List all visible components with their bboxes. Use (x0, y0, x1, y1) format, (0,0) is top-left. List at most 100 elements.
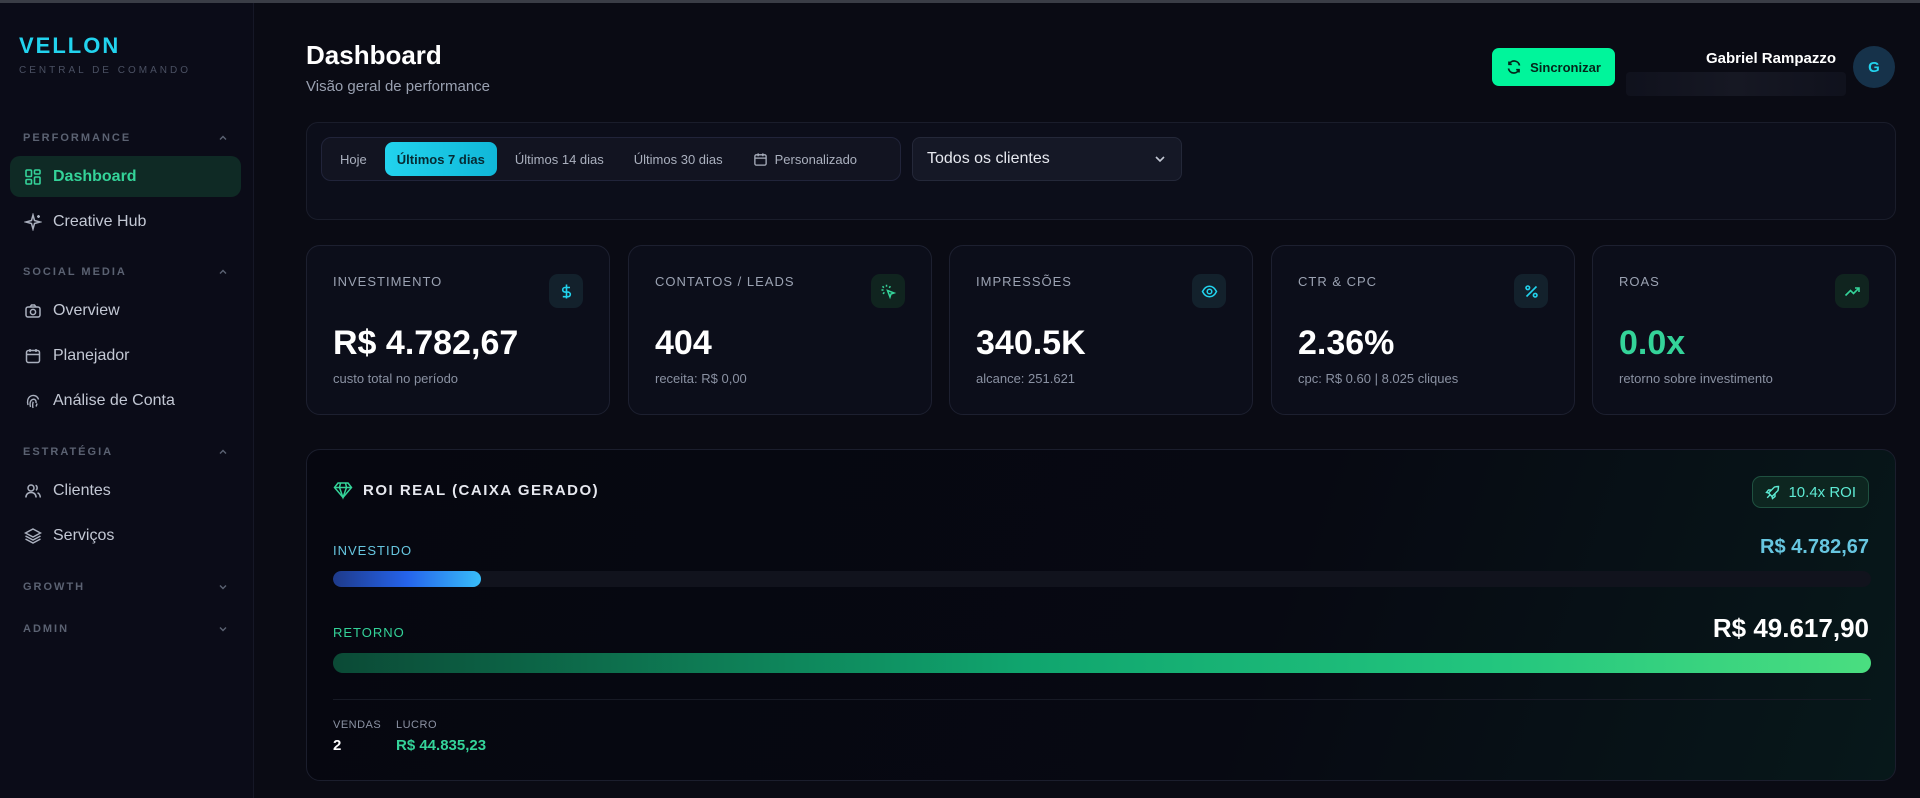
range-7-days-button[interactable]: Últimos 7 dias (384, 142, 497, 176)
return-progress-fill (333, 653, 1871, 673)
range-14-days-button[interactable]: Últimos 14 dias (503, 142, 616, 176)
percent-icon (1514, 274, 1548, 308)
eye-icon (1192, 274, 1226, 308)
kpi-subtext: cpc: R$ 0.60 | 8.025 cliques (1298, 371, 1459, 386)
sidebar-section-performance[interactable]: PERFORMANCE (23, 132, 228, 144)
refresh-icon (1507, 60, 1521, 74)
user-name: Gabriel Rampazzo (1705, 50, 1836, 67)
chevron-up-icon (218, 133, 228, 143)
invested-value: R$ 4.782,67 (1760, 536, 1869, 558)
chevron-up-icon (218, 267, 228, 277)
range-today-button[interactable]: Hoje (328, 142, 379, 176)
kpi-label: CONTATOS / LEADS (655, 274, 795, 289)
kpi-value: 0.0x (1619, 324, 1686, 362)
kpi-subtext: receita: R$ 0,00 (655, 371, 747, 386)
return-value: R$ 49.617,90 (1712, 613, 1869, 643)
sync-button-label: Sincronizar (1530, 59, 1601, 75)
kpi-card-ctr-cpc: CTR & CPC 2.36% cpc: R$ 0.60 | 8.025 cli… (1271, 245, 1575, 415)
window-top-border (0, 0, 1920, 3)
section-label: SOCIAL MEDIA (23, 266, 127, 278)
camera-icon (24, 302, 42, 320)
invested-progress-bar (333, 571, 1871, 587)
sidebar-item-servicos[interactable]: Serviços (10, 515, 241, 556)
page-title: Dashboard (306, 40, 442, 70)
sidebar-section-social-media[interactable]: SOCIAL MEDIA (23, 266, 228, 278)
sidebar-item-clientes[interactable]: Clientes (10, 470, 241, 511)
return-label: RETORNO (333, 625, 405, 640)
fingerprint-icon (24, 392, 42, 410)
kpi-card-investimento: INVESTIMENTO R$ 4.782,67 custo total no … (306, 245, 610, 415)
kpi-label: ROAS (1619, 274, 1660, 289)
user-email-redacted (1626, 72, 1846, 96)
sparkles-icon (24, 212, 42, 231)
sidebar-item-analise-de-conta[interactable]: Análise de Conta (10, 380, 241, 421)
kpi-subtext: retorno sobre investimento (1619, 371, 1773, 386)
return-progress-bar (333, 653, 1871, 673)
avatar[interactable]: G (1853, 46, 1895, 88)
chevron-down-icon (1155, 156, 1165, 163)
sidebar-item-label: Serviços (53, 526, 115, 544)
brand-logo[interactable]: VELLON (19, 33, 191, 59)
section-label: GROWTH (23, 581, 86, 593)
kpi-subtext: alcance: 251.621 (976, 371, 1076, 386)
sidebar-section-admin[interactable]: ADMIN (23, 623, 228, 635)
sidebar-item-label: Análise de Conta (53, 391, 175, 409)
calendar-icon (24, 347, 42, 365)
sidebar-item-label: Dashboard (53, 167, 137, 185)
kpi-subtext: custo total no período (333, 371, 459, 386)
section-label: PERFORMANCE (23, 132, 132, 144)
pointer-click-icon (871, 274, 905, 308)
roi-badge-label: 10.4x ROI (1788, 483, 1856, 501)
range-custom-button[interactable]: Personalizado (741, 142, 869, 176)
grid-icon (24, 168, 42, 186)
sidebar-item-label: Clientes (53, 481, 111, 499)
range-30-days-button[interactable]: Últimos 30 dias (622, 142, 735, 176)
chevron-down-icon (218, 624, 228, 634)
kpi-card-leads: CONTATOS / LEADS 404 receita: R$ 0,00 (628, 245, 932, 415)
sync-button[interactable]: Sincronizar (1492, 48, 1615, 86)
kpi-label: INVESTIMENTO (333, 274, 443, 289)
sidebar-item-planejador[interactable]: Planejador (10, 335, 241, 376)
sales-label: VENDAS (333, 719, 382, 731)
client-select-value: Todos os clientes (927, 150, 1050, 167)
kpi-label: IMPRESSÕES (976, 274, 1072, 289)
kpi-card-roas: ROAS 0.0x retorno sobre investimento (1592, 245, 1896, 415)
sidebar-section-growth[interactable]: GROWTH (23, 581, 228, 593)
sidebar-item-label: Overview (53, 301, 120, 319)
sidebar-item-label: Planejador (53, 346, 130, 364)
client-select[interactable]: Todos os clientes (912, 137, 1182, 181)
sidebar: VELLON CENTRAL DE COMANDO PERFORMANCE Da… (0, 3, 254, 798)
date-range-group: Hoje Últimos 7 dias Últimos 14 dias Últi… (321, 137, 901, 181)
roi-panel: ROI REAL (CAIXA GERADO) 10.4x ROI INVEST… (306, 449, 1896, 781)
calendar-icon (753, 152, 767, 166)
kpi-card-impressoes: IMPRESSÕES 340.5K alcance: 251.621 (949, 245, 1253, 415)
sidebar-item-overview[interactable]: Overview (10, 290, 241, 331)
rocket-icon (1765, 485, 1780, 500)
chevron-down-icon (218, 582, 228, 592)
sidebar-item-dashboard[interactable]: Dashboard (10, 156, 241, 197)
sales-value: 2 (333, 737, 342, 754)
page-subtitle: Visão geral de performance (306, 78, 490, 95)
layers-icon (24, 527, 42, 545)
sidebar-section-estrategia[interactable]: ESTRATÉGIA (23, 446, 228, 458)
profit-label: LUCRO (396, 719, 438, 731)
trending-up-icon (1835, 274, 1869, 308)
profit-value: R$ 44.835,23 (396, 737, 487, 754)
invested-label: INVESTIDO (333, 543, 413, 558)
invested-progress-fill (333, 571, 482, 587)
range-custom-label: Personalizado (774, 151, 858, 167)
brand: VELLON CENTRAL DE COMANDO (19, 33, 191, 76)
gem-icon (333, 482, 353, 500)
kpi-value: 340.5K (976, 324, 1086, 362)
kpi-value: R$ 4.782,67 (333, 324, 519, 362)
dollar-icon (549, 274, 583, 308)
chevron-up-icon (218, 447, 228, 457)
sidebar-item-creative-hub[interactable]: Creative Hub (10, 201, 241, 242)
sidebar-item-label: Creative Hub (53, 212, 147, 230)
section-label: ESTRATÉGIA (23, 446, 114, 458)
section-label: ADMIN (23, 623, 70, 635)
kpi-label: CTR & CPC (1298, 274, 1378, 289)
brand-subtitle: CENTRAL DE COMANDO (19, 65, 191, 76)
roi-title-label: ROI REAL (CAIXA GERADO) (363, 481, 600, 499)
roi-title: ROI REAL (CAIXA GERADO) (333, 480, 599, 500)
